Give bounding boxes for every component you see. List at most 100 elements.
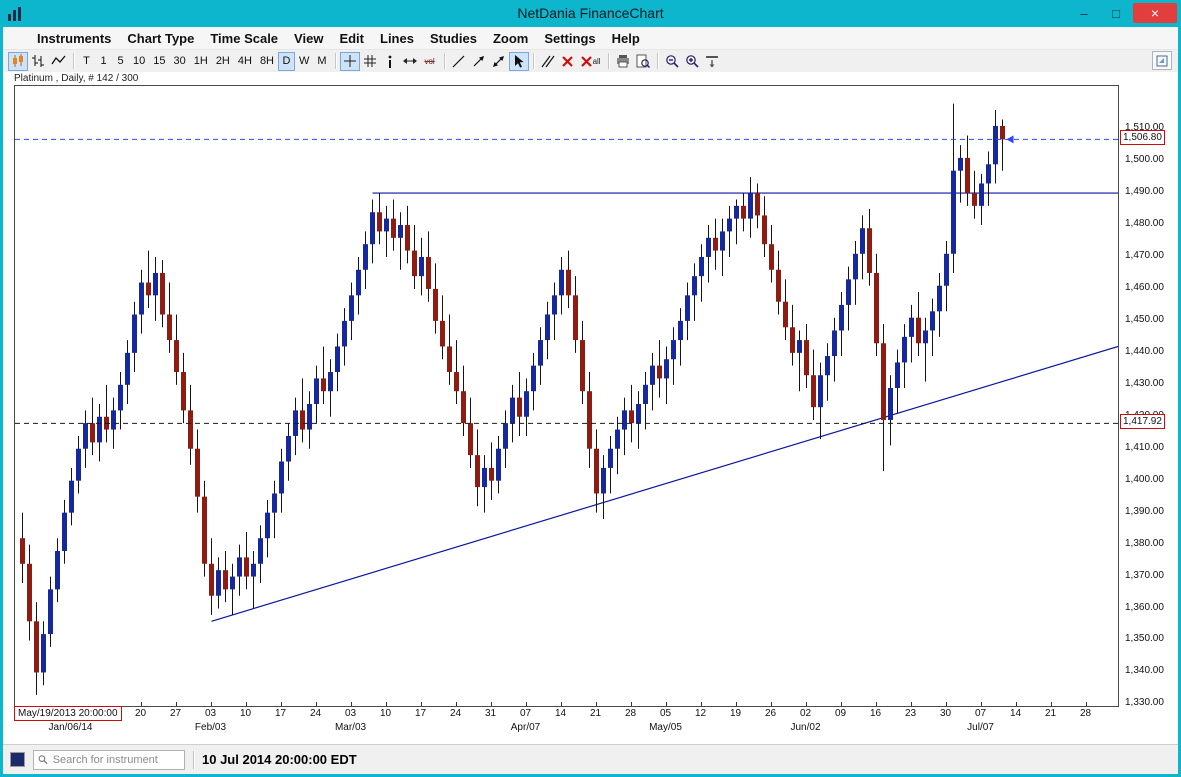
panel-toggle-button[interactable]	[1152, 51, 1172, 70]
trendline-button[interactable]	[449, 52, 469, 71]
ray-line-icon	[472, 55, 485, 68]
extended-line-button[interactable]	[489, 52, 509, 71]
instrument-label: Platinum , Daily, # 142 / 300	[14, 73, 138, 84]
toolbar: T151015301H2H4H8HDWM vol	[3, 50, 1178, 72]
menu-item-view[interactable]: View	[286, 31, 331, 46]
volume-toggle-button[interactable]: vol	[420, 52, 440, 71]
timeframe-button-10[interactable]: 10	[129, 52, 149, 71]
candlestick-chart[interactable]	[15, 86, 1118, 706]
price-axis: 1,506.80 1,417.92 1,510.001,500.001,490.…	[1120, 85, 1181, 705]
crosshair-button[interactable]	[340, 52, 360, 71]
zoom-reset-icon	[705, 54, 719, 68]
timeframe-group: T151015301H2H4H8HDWM	[78, 51, 331, 71]
date-tick-label: 17	[269, 708, 293, 719]
pointer-cursor-icon	[513, 55, 525, 68]
chart-plot[interactable]	[14, 85, 1119, 707]
date-tick-label: 07	[969, 708, 993, 719]
link-color-swatch[interactable]	[10, 752, 25, 767]
timeframe-button-t[interactable]: T	[78, 52, 95, 71]
timeframe-button-w[interactable]: W	[295, 52, 313, 71]
zoom-out-button[interactable]	[662, 52, 682, 71]
date-tick-label: 24	[444, 708, 468, 719]
menu-item-instruments[interactable]: Instruments	[29, 31, 119, 46]
zoom-reset-button[interactable]	[702, 52, 722, 71]
date-tick-label: 02	[794, 708, 818, 719]
price-tick-label: 1,480.00	[1125, 218, 1164, 230]
timeframe-button-1[interactable]: 1	[95, 52, 112, 71]
chart-type-line-button[interactable]	[48, 52, 69, 71]
pointer-tool-button[interactable]	[509, 52, 529, 71]
red-x-icon	[581, 56, 592, 67]
chart-area: Platinum , Daily, # 142 / 300 1,506.80 1…	[3, 72, 1178, 744]
menu-item-settings[interactable]: Settings	[536, 31, 603, 46]
left-right-arrows-icon	[403, 56, 417, 66]
info-button[interactable]	[380, 52, 400, 71]
date-tick-label: 26	[759, 708, 783, 719]
maximize-button[interactable]: □	[1101, 3, 1131, 23]
ray-line-button[interactable]	[469, 52, 489, 71]
zoom-in-button[interactable]	[682, 52, 702, 71]
parallel-lines-icon	[541, 55, 555, 68]
price-tick-label: 1,410.00	[1125, 442, 1164, 454]
grid-button[interactable]	[360, 52, 380, 71]
toolbar-separator	[335, 53, 336, 69]
date-tick-label: 28	[619, 708, 643, 719]
search-icon	[38, 754, 48, 765]
timeframe-button-5[interactable]: 5	[112, 52, 129, 71]
date-tick-label: 27	[164, 708, 188, 719]
menu-item-studies[interactable]: Studies	[422, 31, 485, 46]
close-button[interactable]: ×	[1133, 3, 1177, 23]
timeframe-button-30[interactable]: 30	[170, 52, 190, 71]
zoom-in-icon	[685, 54, 699, 68]
chart-type-bars-button[interactable]	[28, 52, 48, 71]
timeframe-button-15[interactable]: 15	[149, 52, 169, 71]
printer-icon	[616, 55, 630, 68]
date-tick-label: 05	[654, 708, 678, 719]
menu-item-edit[interactable]: Edit	[331, 31, 372, 46]
menu-item-zoom[interactable]: Zoom	[485, 31, 536, 46]
menu-item-time-scale[interactable]: Time Scale	[202, 31, 286, 46]
timeframe-button-2h[interactable]: 2H	[212, 52, 234, 71]
print-button[interactable]	[613, 52, 633, 71]
price-tick-label: 1,400.00	[1125, 474, 1164, 486]
window-controls: – □ ×	[1069, 3, 1177, 23]
line-chart-icon	[51, 54, 66, 68]
zoom-out-icon	[665, 54, 679, 68]
date-tick-label: 23	[899, 708, 923, 719]
parallel-lines-button[interactable]	[538, 52, 558, 71]
menu-item-help[interactable]: Help	[604, 31, 648, 46]
date-tick-label: 30	[934, 708, 958, 719]
delete-line-button[interactable]	[558, 52, 578, 71]
window-title: NetDania FinanceChart	[0, 5, 1181, 21]
date-tick-label: 07	[514, 708, 538, 719]
timeframe-button-d[interactable]: D	[278, 52, 295, 71]
search-box[interactable]	[33, 750, 185, 770]
timeframe-button-m[interactable]: M	[313, 52, 330, 71]
statusbar-separator	[193, 751, 194, 769]
price-tick-label: 1,330.00	[1125, 697, 1164, 709]
price-tick-label: 1,370.00	[1125, 570, 1164, 582]
timeframe-button-1h[interactable]: 1H	[190, 52, 212, 71]
menu-item-lines[interactable]: Lines	[372, 31, 422, 46]
red-x-icon	[562, 56, 573, 67]
timeframe-button-8h[interactable]: 8H	[256, 52, 278, 71]
extended-line-icon	[492, 55, 505, 68]
minimize-button[interactable]: –	[1069, 3, 1099, 23]
date-tick-label: 10	[374, 708, 398, 719]
chart-type-candlestick-button[interactable]	[8, 52, 28, 71]
date-tick-label: 10	[234, 708, 258, 719]
timeframe-button-4h[interactable]: 4H	[234, 52, 256, 71]
title-bar: NetDania FinanceChart – □ ×	[0, 0, 1181, 27]
print-preview-icon	[636, 54, 650, 68]
delete-all-lines-button[interactable]: all	[578, 52, 604, 71]
app-window: NetDania FinanceChart – □ × InstrumentsC…	[0, 0, 1181, 777]
menu-item-chart-type[interactable]: Chart Type	[119, 31, 202, 46]
month-tick-label: Jun/02	[774, 722, 838, 733]
status-bar: 10 Jul 2014 20:00:00 EDT	[3, 744, 1178, 774]
status-datetime: 10 Jul 2014 20:00:00 EDT	[202, 752, 357, 767]
price-tick-label: 1,340.00	[1125, 665, 1164, 677]
print-preview-button[interactable]	[633, 52, 653, 71]
horizontal-scroll-button[interactable]	[400, 52, 420, 71]
search-input[interactable]	[51, 753, 180, 767]
trendline-icon	[452, 55, 465, 68]
